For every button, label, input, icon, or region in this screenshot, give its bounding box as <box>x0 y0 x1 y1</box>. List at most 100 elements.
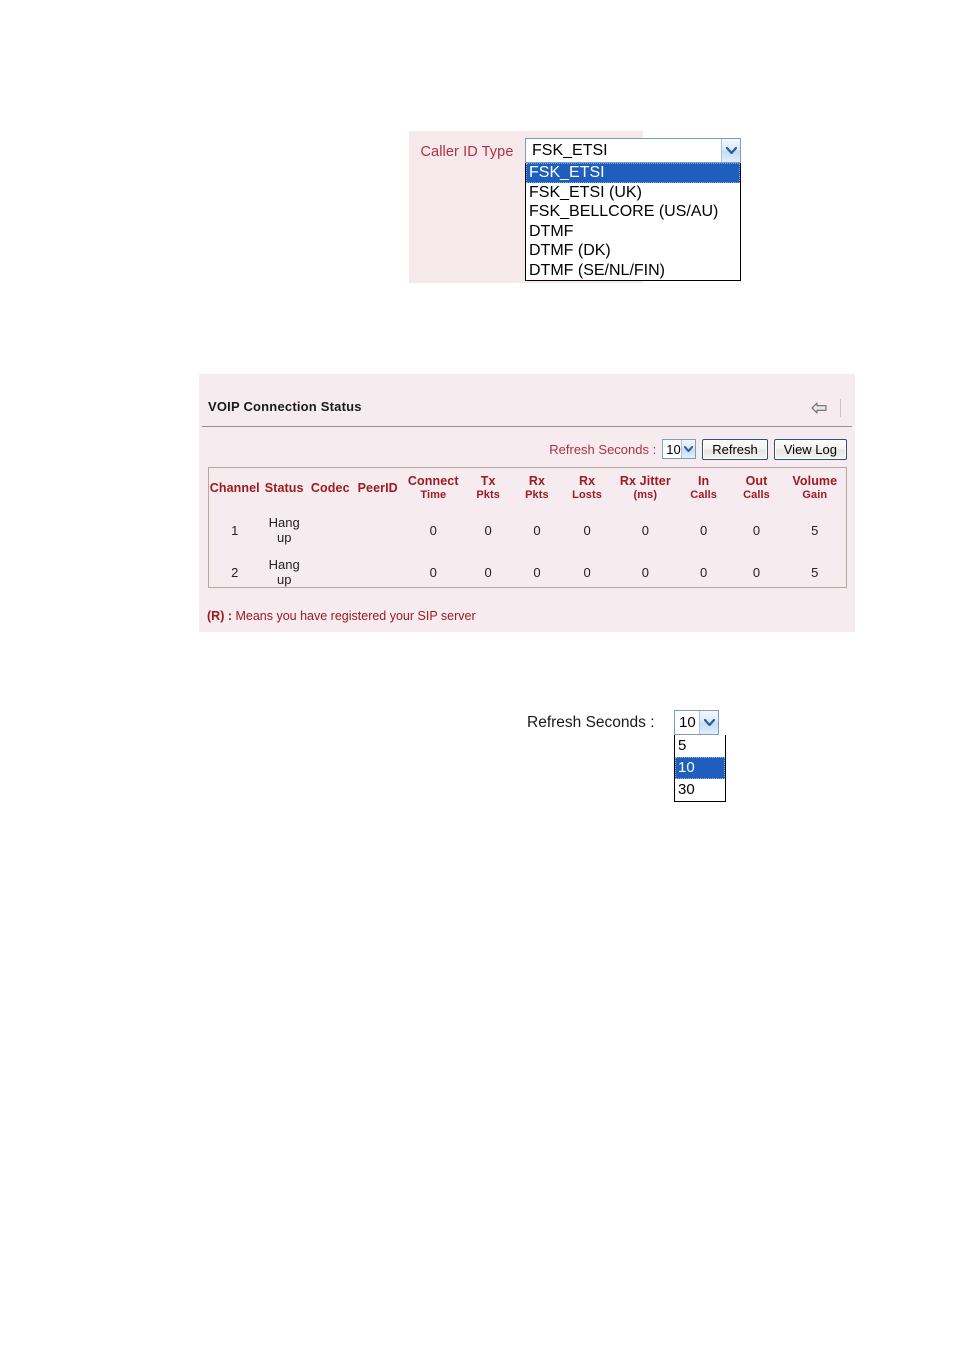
cell-rx-jitter: 0 <box>641 564 649 580</box>
col-rx-losts: Rx Losts <box>561 468 613 509</box>
col-rx-jitter-line1: Rx Jitter <box>619 474 671 488</box>
cell-connect-time: 0 <box>429 564 437 580</box>
caller-id-option-4[interactable]: DTMF (DK) <box>526 241 740 261</box>
refresh-seconds-select[interactable]: 10 <box>662 439 697 459</box>
col-in-calls-line1: In <box>697 474 710 488</box>
cell-volume-gain: 5 <box>811 564 819 580</box>
footnote-key: (R) : <box>207 609 232 623</box>
caller-id-type-selected-value: FSK_ETSI <box>532 141 608 159</box>
refresh-seconds-option-1[interactable]: 10 <box>675 757 725 779</box>
col-codec-line1: Codec <box>310 481 350 495</box>
cell-status-line1: Hang <box>268 557 300 572</box>
chevron-down-icon[interactable] <box>680 440 696 458</box>
toolbar-divider <box>840 399 841 417</box>
arrow-left-icon[interactable] <box>810 401 828 415</box>
col-out-calls-line1: Out <box>745 474 768 488</box>
col-status: Status <box>261 468 308 509</box>
refresh-seconds-select[interactable]: 10 <box>674 710 719 735</box>
title-divider <box>202 426 852 427</box>
table-header-row: Channel Status Codec PeerID Connect Time <box>209 468 846 509</box>
caller-id-option-2[interactable]: FSK_BELLCORE (US/AU) <box>526 202 740 222</box>
panel-title: VOIP Connection Status <box>208 399 362 414</box>
col-out-calls: Out Calls <box>729 468 783 509</box>
cell-status-line2: up <box>276 530 292 545</box>
col-peerid-line1: PeerID <box>357 481 398 495</box>
cell-status: Hang up <box>261 551 308 593</box>
chevron-down-icon[interactable] <box>721 139 740 162</box>
col-channel: Channel <box>209 468 261 509</box>
col-connect-time-line2: Time <box>420 489 447 501</box>
col-volume-gain-line2: Gain <box>802 489 828 501</box>
cell-peerid <box>353 551 403 593</box>
cell-volume-gain: 5 <box>811 522 819 538</box>
col-tx-pkts-line1: Tx <box>480 474 496 488</box>
refresh-seconds-selected-value: 10 <box>679 714 696 731</box>
cell-out-calls: 0 <box>752 564 761 580</box>
col-codec: Codec <box>308 468 353 509</box>
footnote-text: Means you have registered your SIP serve… <box>232 609 476 623</box>
cell-out-calls: 0 <box>752 522 761 538</box>
cell-rx-losts: 0 <box>583 522 591 538</box>
col-tx-pkts-line2: Pkts <box>476 489 500 501</box>
col-rx-losts-line2: Losts <box>572 489 602 501</box>
chevron-down-icon[interactable] <box>699 711 718 734</box>
col-rx-jitter: Rx Jitter (ms) <box>613 468 678 509</box>
registration-footnote: (R) : Means you have registered your SIP… <box>207 609 476 623</box>
col-status-line1: Status <box>264 481 304 495</box>
col-in-calls-line2: Calls <box>690 489 718 501</box>
voip-connection-status-panel: VOIP Connection Status Refresh Seconds :… <box>199 374 855 632</box>
cell-in-calls: 0 <box>700 522 708 538</box>
cell-in-calls: 0 <box>700 564 708 580</box>
cell-status-line1: Hang <box>268 515 300 530</box>
cell-channel: 1 <box>231 522 239 538</box>
refresh-seconds-option-0[interactable]: 5 <box>675 735 725 757</box>
cell-codec <box>308 509 353 551</box>
cell-connect-time: 0 <box>429 522 437 538</box>
caller-id-type-select[interactable]: FSK_ETSI <box>525 138 741 163</box>
col-connect-time: Connect Time <box>403 468 464 509</box>
table-row: 1 Hang up 0 0 0 0 0 0 0 5 <box>209 509 846 551</box>
col-rx-pkts: Rx Pkts <box>513 468 562 509</box>
cell-rx-pkts: 0 <box>533 564 541 580</box>
col-rx-jitter-line2: (ms) <box>633 489 658 501</box>
cell-rx-pkts: 0 <box>533 522 541 538</box>
cell-rx-losts: 0 <box>583 564 591 580</box>
refresh-seconds-value: 10 <box>666 441 681 457</box>
col-rx-pkts-line1: Rx <box>528 474 546 488</box>
col-peerid: PeerID <box>353 468 403 509</box>
col-channel-line1: Channel <box>209 481 260 495</box>
refresh-button[interactable]: Refresh <box>702 438 768 460</box>
col-connect-time-line1: Connect <box>407 474 459 488</box>
voip-status-table-container: Channel Status Codec PeerID Connect Time <box>208 467 847 588</box>
col-in-calls: In Calls <box>678 468 730 509</box>
cell-rx-jitter: 0 <box>641 522 649 538</box>
table-row: 2 Hang up 0 0 0 0 0 0 0 5 <box>209 551 846 593</box>
caller-id-option-3[interactable]: DTMF <box>526 222 740 242</box>
refresh-seconds-label: Refresh Seconds : <box>527 714 655 731</box>
col-out-calls-line2: Calls <box>743 489 770 501</box>
refresh-seconds-option-list[interactable]: 5 10 30 <box>674 735 726 802</box>
col-rx-losts-line1: Rx <box>578 474 596 488</box>
refresh-seconds-option-2[interactable]: 30 <box>675 779 725 801</box>
cell-tx-pkts: 0 <box>484 564 492 580</box>
col-volume-gain: Volume Gain <box>784 468 846 509</box>
caller-id-option-1[interactable]: FSK_ETSI (UK) <box>526 183 740 203</box>
caller-id-option-5[interactable]: DTMF (SE/NL/FIN) <box>526 261 740 281</box>
cell-codec <box>308 551 353 593</box>
col-tx-pkts: Tx Pkts <box>464 468 513 509</box>
col-volume-gain-line1: Volume <box>792 474 838 488</box>
view-log-button[interactable]: View Log <box>773 438 847 460</box>
cell-tx-pkts: 0 <box>484 522 492 538</box>
refresh-seconds-label: Refresh Seconds : <box>549 441 657 457</box>
caller-id-type-label: Caller ID Type <box>420 144 514 160</box>
voip-status-table: Channel Status Codec PeerID Connect Time <box>209 468 846 593</box>
cell-channel: 2 <box>231 564 239 580</box>
cell-peerid <box>353 509 403 551</box>
caller-id-type-option-list[interactable]: FSK_ETSI FSK_ETSI (UK) FSK_BELLCORE (US/… <box>525 163 741 281</box>
voip-toolbar: Refresh Seconds : 10 Refresh View Log <box>549 438 847 460</box>
caller-id-option-0[interactable]: FSK_ETSI <box>526 163 740 183</box>
col-rx-pkts-line2: Pkts <box>525 489 549 501</box>
cell-status: Hang up <box>261 509 308 551</box>
cell-status-line2: up <box>276 572 292 587</box>
caller-id-type-section: Caller ID Type FSK_ETSI FSK_ETSI FSK_ETS… <box>409 131 741 283</box>
